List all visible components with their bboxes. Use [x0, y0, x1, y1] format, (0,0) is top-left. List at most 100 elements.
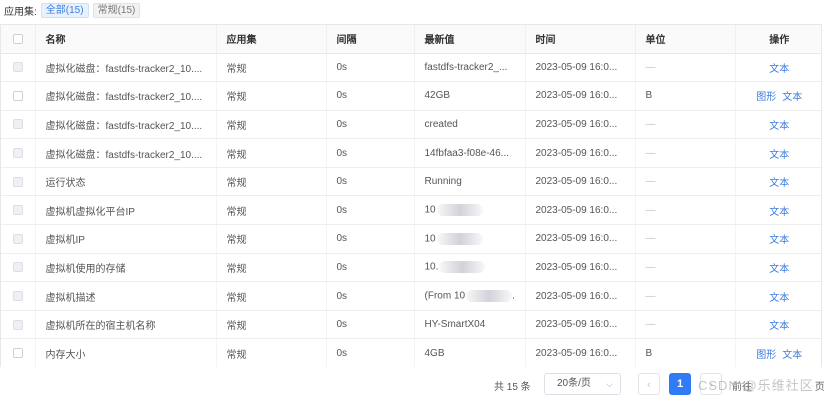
cell-latest-value: HY-SmartX04 [414, 310, 526, 340]
cell-actions: 图形 文本 [735, 338, 821, 367]
latest-value-text: 4GB [424, 347, 445, 359]
latest-value-text: 14fbfaa3-f08e-46... [424, 147, 510, 159]
cell-time: 2023-05-09 16:0... [525, 281, 636, 311]
row-select-cell [1, 110, 36, 140]
table-row: 虚拟机IP 常规 0s 10 2023-05-09 16:0... — 文本 [1, 224, 821, 254]
prev-page-button[interactable]: ‹ [638, 373, 660, 395]
row-checkbox[interactable] [12, 233, 23, 244]
text-link[interactable]: 文本 [769, 321, 789, 332]
cell-interval: 0s [326, 138, 415, 168]
select-all-checkbox[interactable] [12, 33, 23, 44]
cell-unit: — [635, 281, 736, 311]
graph-link[interactable]: 图形 [756, 92, 776, 103]
filter-chip-all[interactable]: 全部(15) [40, 2, 89, 18]
cell-actions: 文本 [735, 167, 821, 197]
redacted-blur [436, 232, 483, 245]
redacted-blur [439, 261, 486, 274]
text-link[interactable]: 文本 [769, 264, 789, 275]
cell-name: 虚拟机所在的宿主机名称 [35, 310, 217, 340]
text-link[interactable]: 文本 [769, 64, 789, 75]
text-link[interactable]: 文本 [769, 207, 789, 218]
latest-value-text: 10 [424, 233, 436, 245]
text-link[interactable]: 文本 [769, 178, 789, 189]
latest-value-text: 10 [424, 204, 436, 216]
row-checkbox[interactable] [12, 119, 23, 130]
cell-name: 虚拟化磁盘：fastdfs-tracker2_10.... [35, 138, 217, 168]
table-row: 虚拟化磁盘：fastdfs-tracker2_10.... 常规 0s fastdfs… [1, 53, 821, 83]
latest-value-text: 10. [424, 262, 439, 274]
text-link[interactable]: 文本 [769, 235, 789, 246]
row-checkbox[interactable] [12, 205, 23, 216]
text-link[interactable]: 文本 [769, 150, 789, 161]
redacted-blur [436, 204, 483, 217]
cell-latest-value: 10 [414, 195, 526, 226]
header-unit: 单位 [635, 25, 736, 54]
table-header-row: 名称 应用集 间隔 最新值 时间 单位 操作 [1, 25, 821, 54]
cell-latest-value: created [414, 110, 526, 140]
cell-unit: — [635, 167, 736, 197]
cell-actions: 文本 [735, 253, 821, 283]
cell-actions: 文本 [735, 310, 821, 340]
row-checkbox[interactable] [12, 290, 23, 301]
text-link[interactable]: 文本 [769, 121, 789, 132]
row-checkbox[interactable] [12, 62, 23, 73]
cell-interval: 0s [326, 167, 415, 197]
cell-unit: — [635, 195, 736, 226]
cell-app-set: 常规 [216, 110, 327, 140]
latest-value-text: fastdfs-tracker2_... [424, 61, 508, 73]
cell-app-set: 常规 [216, 167, 327, 197]
row-checkbox[interactable] [12, 319, 23, 330]
watermark: CSDN @乐维社区 [698, 378, 814, 393]
cell-unit: — [635, 110, 736, 140]
cell-actions: 文本 [735, 224, 821, 254]
cell-name: 虚拟化磁盘：fastdfs-tracker2_10.... [35, 81, 217, 111]
table-row: 运行状态 常规 0s Running 2023-05-09 16:0... — 文本 [1, 167, 821, 197]
row-checkbox[interactable] [12, 90, 23, 101]
page-1-button[interactable]: 1 [669, 373, 691, 395]
text-link[interactable]: 文本 [782, 92, 802, 103]
row-select-cell [1, 224, 36, 254]
table-row: 虚拟机使用的存储 常规 0s 10. 2023-05-09 16:0... — 文本 [1, 253, 821, 283]
cell-time: 2023-05-09 16:0... [525, 167, 636, 197]
row-checkbox[interactable] [12, 176, 23, 187]
graph-link[interactable]: 图形 [756, 350, 776, 361]
cell-app-set: 常规 [216, 53, 327, 83]
cell-actions: 文本 [735, 138, 821, 168]
redacted-blur [466, 290, 513, 303]
cell-actions: 文本 [735, 110, 821, 140]
cell-name: 内存大小 [35, 338, 217, 367]
row-checkbox[interactable] [12, 262, 23, 273]
cell-interval: 0s [326, 281, 415, 311]
filter-label: 应用集: [4, 6, 37, 18]
text-link[interactable]: 文本 [782, 350, 802, 361]
table-row: 虚拟化磁盘：fastdfs-tracker2_10.... 常规 0s 42GB 202… [1, 81, 821, 111]
table-row: 内存大小 常规 0s 4GB 2023-05-09 16:0... B 图形 文本 [1, 338, 821, 367]
cell-name: 虚拟化磁盘：fastdfs-tracker2_10.... [35, 53, 217, 83]
row-checkbox[interactable] [12, 147, 23, 158]
cell-name: 虚拟机IP [35, 224, 217, 254]
cell-interval: 0s [326, 81, 415, 111]
cell-latest-value: 42GB [414, 81, 526, 111]
cell-time: 2023-05-09 16:0... [525, 224, 636, 254]
cell-interval: 0s [326, 338, 415, 367]
cell-interval: 0s [326, 195, 415, 226]
text-link[interactable]: 文本 [769, 293, 789, 304]
cell-latest-value: 10 [414, 224, 526, 254]
row-select-cell [1, 253, 36, 283]
pagination: 共 15 条 20条/页 ⌵ ‹ 1 › 前往 页 CSDN @乐维社区 [0, 367, 826, 400]
row-checkbox[interactable] [12, 348, 23, 359]
latest-value-text: (From 10 [424, 290, 466, 302]
table-body: 虚拟化磁盘：fastdfs-tracker2_10.... 常规 0s fastdfs… [1, 53, 821, 367]
cell-name: 运行状态 [35, 167, 217, 197]
page-size-select[interactable]: 20条/页 ⌵ [544, 373, 621, 395]
cell-latest-value: Running [414, 167, 526, 197]
cell-app-set: 常规 [216, 310, 327, 340]
latest-value-text: Running [424, 176, 462, 188]
total-count: 共 15 条 [494, 382, 531, 393]
cell-app-set: 常规 [216, 224, 327, 254]
latest-value-text: 42GB [424, 90, 451, 102]
cell-unit: — [635, 310, 736, 340]
header-app-set: 应用集 [216, 25, 327, 54]
chevron-down-icon: ⌵ [606, 379, 613, 389]
filter-chip-regular[interactable]: 常规(15) [92, 2, 141, 18]
